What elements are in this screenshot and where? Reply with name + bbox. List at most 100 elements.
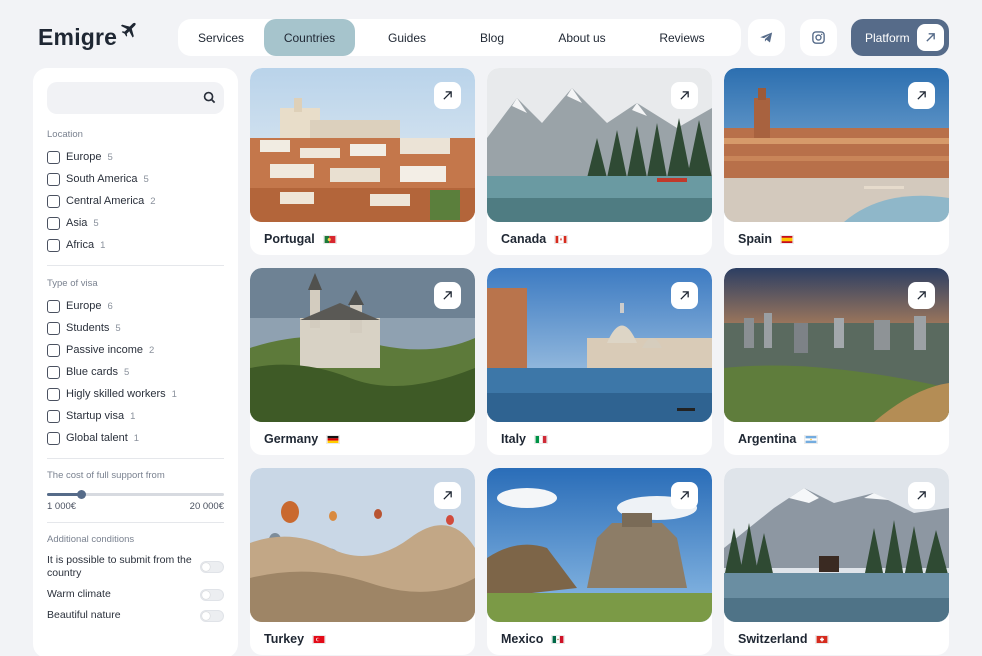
visa-option[interactable]: Startup visa 1 bbox=[47, 405, 224, 427]
location-option[interactable]: South America 5 bbox=[47, 168, 224, 190]
visa-options: Europe 6 Students 5 Passive income 2 Blue c… bbox=[47, 295, 224, 449]
checkbox[interactable] bbox=[47, 365, 60, 379]
country-card-switzerland[interactable]: Switzerland bbox=[724, 468, 949, 655]
checkbox[interactable] bbox=[47, 299, 60, 313]
toggle-row[interactable]: Warm climate bbox=[47, 588, 224, 601]
nav-reviews[interactable]: Reviews bbox=[639, 19, 725, 56]
option-count: 5 bbox=[143, 173, 149, 185]
toggle-label: Beautiful nature bbox=[47, 609, 121, 621]
switzerland-flag-icon bbox=[815, 634, 830, 644]
country-card-mexico[interactable]: Mexico bbox=[487, 468, 712, 655]
search-icon[interactable] bbox=[203, 91, 216, 104]
toggle-switch[interactable] bbox=[200, 609, 224, 622]
country-name: Mexico bbox=[501, 632, 544, 646]
option-count: 1 bbox=[171, 388, 177, 400]
toggle-row[interactable]: Beautiful nature bbox=[47, 609, 224, 622]
instagram-button[interactable] bbox=[800, 19, 837, 56]
nav-about-us[interactable]: About us bbox=[525, 19, 639, 56]
checkbox[interactable] bbox=[47, 238, 60, 252]
checkbox[interactable] bbox=[47, 216, 60, 230]
checkbox[interactable] bbox=[47, 150, 60, 164]
visa-option[interactable]: Global talent 1 bbox=[47, 427, 224, 449]
option-label: Students bbox=[66, 322, 110, 334]
checkbox[interactable] bbox=[47, 321, 60, 335]
toggle-label: It is possible to submit from the countr… bbox=[47, 554, 192, 579]
visa-option[interactable]: Passive income 2 bbox=[47, 339, 224, 361]
telegram-button[interactable] bbox=[748, 19, 785, 56]
option-label: Asia bbox=[66, 217, 88, 229]
country-caption: Argentina bbox=[738, 432, 819, 446]
brand-logo[interactable]: Emigre bbox=[38, 22, 138, 51]
location-options: Europe 5 South America 5 Central America 2 … bbox=[47, 146, 224, 256]
location-option[interactable]: Asia 5 bbox=[47, 212, 224, 234]
visa-option[interactable]: Higly skilled workers 1 bbox=[47, 383, 224, 405]
airplane-icon bbox=[121, 22, 136, 38]
location-option[interactable]: Africa 1 bbox=[47, 234, 224, 256]
option-count: 5 bbox=[93, 217, 99, 229]
visa-option[interactable]: Europe 6 bbox=[47, 295, 224, 317]
spain-flag-icon bbox=[780, 234, 795, 244]
checkbox[interactable] bbox=[47, 172, 60, 186]
toggle-row[interactable]: It is possible to submit from the countr… bbox=[47, 554, 224, 580]
country-card-spain[interactable]: Spain bbox=[724, 68, 949, 255]
option-label: Passive income bbox=[66, 344, 144, 356]
search-input[interactable] bbox=[47, 82, 224, 114]
nav-countries[interactable]: Countries bbox=[264, 19, 355, 56]
country-name: Spain bbox=[738, 232, 773, 246]
option-count: 2 bbox=[150, 195, 156, 207]
location-title: Location bbox=[47, 129, 83, 140]
location-option[interactable]: Central America 2 bbox=[47, 190, 224, 212]
visa-option[interactable]: Blue cards 5 bbox=[47, 361, 224, 383]
portugal-flag-icon bbox=[322, 234, 337, 244]
arrow-up-right-icon bbox=[917, 24, 944, 51]
checkbox[interactable] bbox=[47, 431, 60, 445]
toggle-switch[interactable] bbox=[200, 561, 224, 573]
arrow-up-right-icon[interactable] bbox=[908, 282, 935, 309]
checkbox[interactable] bbox=[47, 343, 60, 357]
option-count: 1 bbox=[133, 432, 140, 444]
mexico-flag-icon bbox=[551, 634, 566, 644]
country-name: Canada bbox=[501, 232, 547, 246]
divider bbox=[47, 522, 224, 523]
country-card-argentina[interactable]: Argentina bbox=[724, 268, 949, 455]
cost-title: The cost of full support from bbox=[47, 470, 165, 481]
nav-blog[interactable]: Blog bbox=[459, 19, 525, 56]
argentina-flag-icon bbox=[804, 434, 819, 444]
visa-title: Type of visa bbox=[47, 278, 98, 289]
option-label: Startup visa bbox=[66, 410, 125, 422]
arrow-up-right-icon[interactable] bbox=[671, 482, 698, 509]
nav-guides[interactable]: Guides bbox=[355, 19, 459, 56]
arrow-up-right-icon[interactable] bbox=[434, 282, 461, 309]
country-card-germany[interactable]: Germany bbox=[250, 268, 475, 455]
cost-slider-handle[interactable] bbox=[76, 490, 86, 499]
arrow-up-right-icon[interactable] bbox=[434, 82, 461, 109]
option-count: 1 bbox=[130, 410, 136, 422]
country-caption: Switzerland bbox=[738, 632, 830, 646]
arrow-up-right-icon[interactable] bbox=[434, 482, 461, 509]
country-card-portugal[interactable]: Portugal bbox=[250, 68, 475, 255]
country-card-italy[interactable]: Italy bbox=[487, 268, 712, 455]
cost-slider[interactable] bbox=[47, 490, 224, 499]
country-card-canada[interactable]: Canada bbox=[487, 68, 712, 255]
arrow-up-right-icon[interactable] bbox=[671, 282, 698, 309]
country-caption: Mexico bbox=[501, 632, 566, 646]
checkbox[interactable] bbox=[47, 194, 60, 208]
country-caption: Spain bbox=[738, 232, 795, 246]
arrow-up-right-icon[interactable] bbox=[671, 82, 698, 109]
country-card-turkey[interactable]: Turkey bbox=[250, 468, 475, 655]
arrow-up-right-icon[interactable] bbox=[908, 82, 935, 109]
option-label: Africa bbox=[66, 239, 95, 251]
toggle-switch[interactable] bbox=[200, 588, 224, 601]
location-option[interactable]: Europe 5 bbox=[47, 146, 224, 168]
country-name: Argentina bbox=[738, 432, 797, 446]
platform-button[interactable]: Platform bbox=[851, 19, 949, 56]
nav-services[interactable]: Services bbox=[178, 19, 264, 56]
country-name: Germany bbox=[264, 432, 319, 446]
checkbox[interactable] bbox=[47, 409, 60, 423]
toggle-label: Warm climate bbox=[47, 588, 111, 600]
checkbox[interactable] bbox=[47, 387, 60, 401]
country-name: Switzerland bbox=[738, 632, 808, 646]
visa-option[interactable]: Students 5 bbox=[47, 317, 224, 339]
divider bbox=[47, 265, 224, 266]
arrow-up-right-icon[interactable] bbox=[908, 482, 935, 509]
